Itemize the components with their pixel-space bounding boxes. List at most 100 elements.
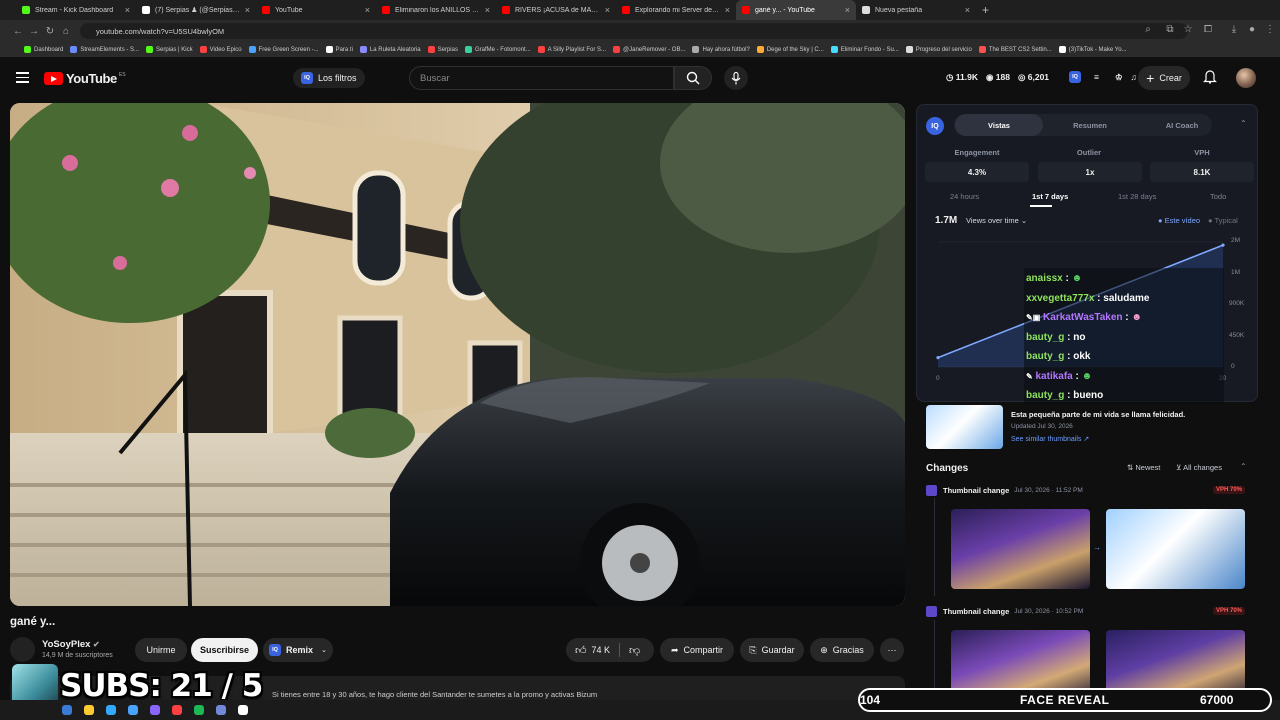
tab-ai-coach[interactable]: AI Coach [1138, 114, 1226, 136]
bookmark-item[interactable]: Eliminar Fondo - Su... [830, 46, 899, 53]
range-28d[interactable]: 1st 28 days [1118, 192, 1156, 201]
close-icon[interactable]: × [485, 5, 490, 15]
like-count[interactable]: 74 K [592, 645, 611, 655]
taskbar-app-icon[interactable] [84, 705, 94, 715]
search-input[interactable]: Buscar [409, 66, 674, 90]
profile-icon[interactable]: ● [1244, 24, 1260, 35]
star-icon[interactable]: ☆ [1180, 24, 1196, 35]
bookmark-item[interactable]: Dege of the Sky | C... [756, 46, 824, 53]
taskbar-app-icon[interactable] [238, 705, 248, 715]
taskbar-app-icon[interactable] [150, 705, 160, 715]
join-button[interactable]: Unirme [135, 638, 187, 662]
range-7d[interactable]: 1st 7 days [1032, 192, 1068, 201]
zoom-icon[interactable]: ⌕ [1140, 24, 1156, 35]
bookmark-item[interactable]: Serpias | Kick [146, 46, 193, 53]
current-thumbnail[interactable] [926, 405, 1003, 449]
browser-tab[interactable]: YouTube × [256, 0, 376, 20]
close-icon[interactable]: × [605, 5, 610, 15]
bookmark-item[interactable]: Para ti [325, 46, 353, 53]
bookmark-item[interactable]: La Ruleta Aleatoria [359, 46, 421, 53]
browser-tab[interactable]: Stream - Kick Dashboard × [16, 0, 136, 20]
browser-tab[interactable]: RIVERS ¡ACUSA de MANIPULAI × [496, 0, 616, 20]
bookmark-item[interactable]: Serpias [427, 46, 458, 53]
thanks-button[interactable]: ⊕ Gracias [810, 638, 874, 662]
close-icon[interactable]: × [365, 5, 370, 15]
voice-search-button[interactable] [724, 66, 748, 90]
close-icon[interactable]: × [725, 5, 730, 15]
chevron-down-icon: ⌄ [1020, 216, 1028, 225]
range-all[interactable]: Todo [1210, 192, 1226, 201]
bookmark-item[interactable]: GrafMe - Fotomont... [464, 46, 531, 53]
new-tab-icon[interactable]: + [982, 3, 989, 17]
filters-button[interactable]: IQ Los filtros [293, 68, 365, 88]
taskbar-app-icon[interactable] [216, 705, 226, 715]
alert-icon[interactable]: ♫ [1131, 72, 1137, 82]
menu-icon[interactable]: ⋮ [1262, 24, 1278, 35]
chat-username: KarkatWasTaken [1043, 312, 1123, 323]
filter-changes[interactable]: ⊻ All changes [1176, 463, 1222, 472]
remix-button[interactable]: IQ Remix ⌄ [263, 638, 333, 662]
browser-tab[interactable]: Nueva pestaña × [856, 0, 976, 20]
browser-tab[interactable]: gané y... - YouTube × [736, 0, 856, 20]
bookmark-item[interactable]: Free Green Screen -... [248, 46, 319, 53]
browser-tab[interactable]: Explorando mi Server de Minec × [616, 0, 736, 20]
bookmark-item[interactable]: Dashboard [24, 46, 63, 53]
extensions-icon[interactable]: ⧠ [1200, 24, 1216, 35]
reload-icon[interactable]: ↻ [42, 26, 58, 37]
channel-avatar[interactable] [10, 637, 35, 662]
bookmark-item[interactable]: Hay ahora fútbol? [692, 46, 750, 53]
browser-tab[interactable]: (7) Serpias ♟ (@Serpias) / X × [136, 0, 256, 20]
range-24h[interactable]: 24 hours [950, 192, 979, 201]
list-icon[interactable]: ≡ [1094, 72, 1099, 82]
like-icon[interactable]: 👍︎ [575, 644, 587, 657]
save-button[interactable]: ⎘ Guardar [740, 638, 804, 662]
bookmark-item[interactable]: Video Epico [199, 46, 242, 53]
youtube-logo[interactable]: YouTube ES [44, 71, 126, 86]
taskbar-app-icon[interactable] [128, 705, 138, 715]
taskbar-app-icon[interactable] [106, 705, 116, 715]
metric-dropdown[interactable]: Views over time ⌄ [966, 216, 1027, 225]
bookmark-item[interactable]: @JaneRemover - OB... [613, 46, 685, 53]
bookmark-item[interactable]: StreamElements - S... [70, 46, 139, 53]
browser-tab[interactable]: Eliminaron los ANILLOS DEL EN × [376, 0, 496, 20]
user-avatar[interactable] [1236, 68, 1256, 88]
search-button[interactable] [674, 66, 712, 90]
bookmark-item[interactable]: The BEST CS2 Settin... [978, 46, 1052, 53]
forward-icon[interactable]: → [26, 26, 42, 37]
taskbar-app-icon[interactable] [62, 705, 72, 715]
iq-ext-icon[interactable]: IQ [1069, 71, 1082, 83]
video-player[interactable] [10, 103, 905, 606]
tab-resumen[interactable]: Resumen [1046, 114, 1134, 136]
share-button[interactable]: ➦ Compartir [660, 638, 734, 662]
url-field[interactable]: youtube.com/watch?v=U5SU4bwlyOM [80, 23, 1188, 39]
tab-title: Eliminaron los ANILLOS DEL EN [395, 6, 481, 14]
close-icon[interactable]: × [125, 5, 130, 15]
taskbar-app-icon[interactable] [194, 705, 204, 715]
bookmark-item[interactable]: A Silly Playlist For S... [537, 46, 606, 53]
close-icon[interactable]: × [845, 5, 850, 15]
download-icon[interactable]: ⤓ [1226, 24, 1242, 35]
trophy-icon[interactable]: ♔ [1115, 72, 1123, 83]
hamburger-icon[interactable] [16, 72, 29, 83]
subscribe-button[interactable]: Suscribirse [191, 638, 258, 662]
tab-vistas[interactable]: Vistas [955, 114, 1043, 136]
bookmark-item[interactable]: (3)TikTok - Make Yo... [1058, 46, 1127, 53]
old-thumbnail[interactable] [951, 509, 1090, 589]
notifications-button[interactable] [1203, 69, 1217, 89]
home-icon[interactable]: ⌂ [58, 26, 74, 37]
sort-newest[interactable]: ⇅ Newest [1127, 463, 1160, 472]
more-actions-button[interactable]: ⋯ [880, 638, 904, 662]
back-icon[interactable]: ← [10, 26, 26, 37]
collapse-icon[interactable]: ⌃ [1240, 462, 1247, 471]
collapse-icon[interactable]: ⌃ [1240, 119, 1247, 128]
close-icon[interactable]: × [965, 5, 970, 15]
create-button[interactable]: + Crear [1138, 66, 1190, 90]
close-icon[interactable]: × [245, 5, 250, 15]
channel-name[interactable]: YoSoyPlex ✔ [42, 639, 100, 650]
new-thumbnail[interactable] [1106, 509, 1245, 589]
bookmark-item[interactable]: Progreso del servicio [905, 46, 972, 53]
dislike-icon[interactable]: 👎︎ [629, 644, 640, 657]
cast-icon[interactable]: ⧉ [1162, 24, 1178, 35]
taskbar-app-icon[interactable] [172, 705, 182, 715]
similar-thumbnails-link[interactable]: See similar thumbnails ↗ [1011, 435, 1089, 443]
